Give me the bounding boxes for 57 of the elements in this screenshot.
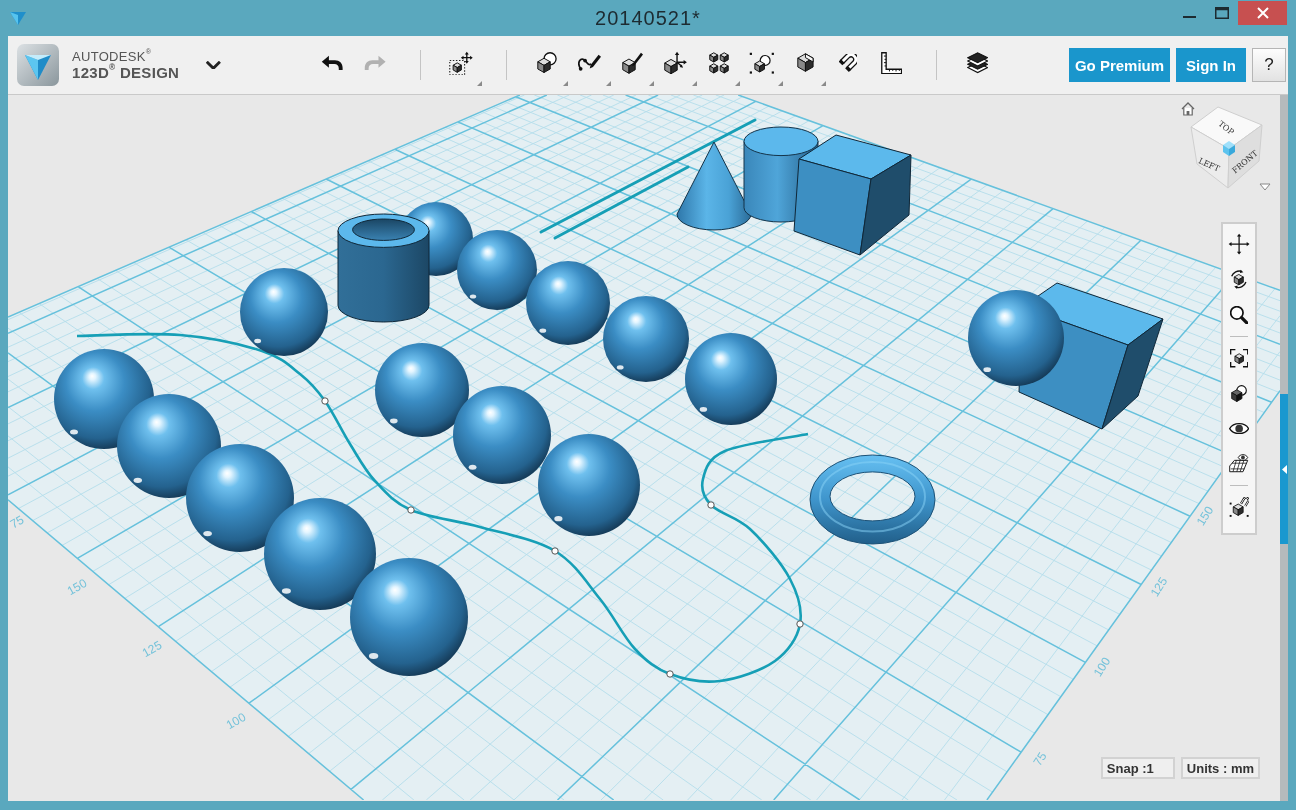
cubes-grid-icon[interactable] <box>709 52 730 74</box>
dropdown-corner-icon[interactable] <box>820 81 826 86</box>
magnet-icon[interactable] <box>839 54 857 72</box>
units-setting[interactable]: Units : mm <box>1180 757 1260 779</box>
curve-point <box>707 501 715 509</box>
close-button[interactable] <box>1238 1 1287 25</box>
dropdown-corner-icon[interactable] <box>605 81 611 86</box>
close-icon <box>1256 7 1269 19</box>
cube-pen-icon[interactable] <box>622 51 645 75</box>
move-arrows-icon[interactable] <box>1227 233 1251 256</box>
home-icon[interactable] <box>1181 102 1195 116</box>
cube-sphere-icon[interactable] <box>537 52 558 74</box>
cube-sphere-selection-icon[interactable] <box>749 51 776 75</box>
dropdown-corner-icon[interactable] <box>562 81 568 86</box>
grid-scale-label: 150 <box>1193 503 1217 529</box>
grid-scale-label: 150 <box>64 575 90 599</box>
dropdown-triangle-icon[interactable] <box>1259 183 1271 191</box>
chevron-down-icon[interactable] <box>206 60 221 70</box>
grid-eye-icon[interactable] <box>1229 454 1249 473</box>
grid-scale-label: 125 <box>139 637 165 661</box>
grid-scale-label: 75 <box>8 512 27 532</box>
window-title: 20140521* <box>595 6 701 30</box>
snap-setting[interactable]: Snap :1 <box>1100 757 1175 779</box>
curve-point <box>796 620 804 628</box>
grid-scale-label: 125 <box>1147 574 1171 600</box>
dropdown-corner-icon[interactable] <box>648 81 654 86</box>
orbit-cube-icon[interactable] <box>1231 269 1247 290</box>
cube-axes-icon[interactable] <box>664 51 689 75</box>
view-cube-label: LEFT <box>1197 156 1221 174</box>
maximize-icon[interactable] <box>1215 7 1229 19</box>
undo-icon[interactable] <box>321 55 344 71</box>
curve-point <box>551 547 559 555</box>
app-logo-icon[interactable] <box>17 44 59 86</box>
dropdown-corner-icon[interactable] <box>476 81 482 86</box>
eye-icon[interactable] <box>1228 422 1250 435</box>
dropdown-corner-icon[interactable] <box>734 81 740 86</box>
curve-point <box>666 670 674 678</box>
dotted-cube-arrows-icon[interactable] <box>448 50 474 76</box>
cube-sphere-icon[interactable] <box>1231 384 1247 403</box>
grid-scale-label: 75 <box>1030 749 1050 769</box>
grid-scale-label: 100 <box>1090 654 1114 680</box>
grid-scale-label: 100 <box>223 709 249 733</box>
dropdown-corner-icon[interactable] <box>777 81 783 86</box>
layers-icon[interactable] <box>966 52 988 74</box>
cube-magnet-icon[interactable] <box>1228 497 1250 518</box>
side-panel-handle[interactable] <box>1280 394 1288 544</box>
product-name: 123D$^{®}$ DESIGN <box>72 64 180 81</box>
help-button[interactable]: ? <box>1252 48 1286 82</box>
brand-name: AUTODESK$^{®}$ <box>72 49 152 64</box>
pencil-curve-icon[interactable] <box>578 54 603 72</box>
curve-point <box>407 506 415 514</box>
curve-point <box>321 397 329 405</box>
cube-brackets-icon[interactable] <box>1229 349 1249 368</box>
magnifier-icon[interactable] <box>1230 305 1248 324</box>
dropdown-corner-icon[interactable] <box>691 81 697 86</box>
ruler-icon[interactable] <box>880 51 902 75</box>
cube-icon[interactable] <box>796 53 814 73</box>
